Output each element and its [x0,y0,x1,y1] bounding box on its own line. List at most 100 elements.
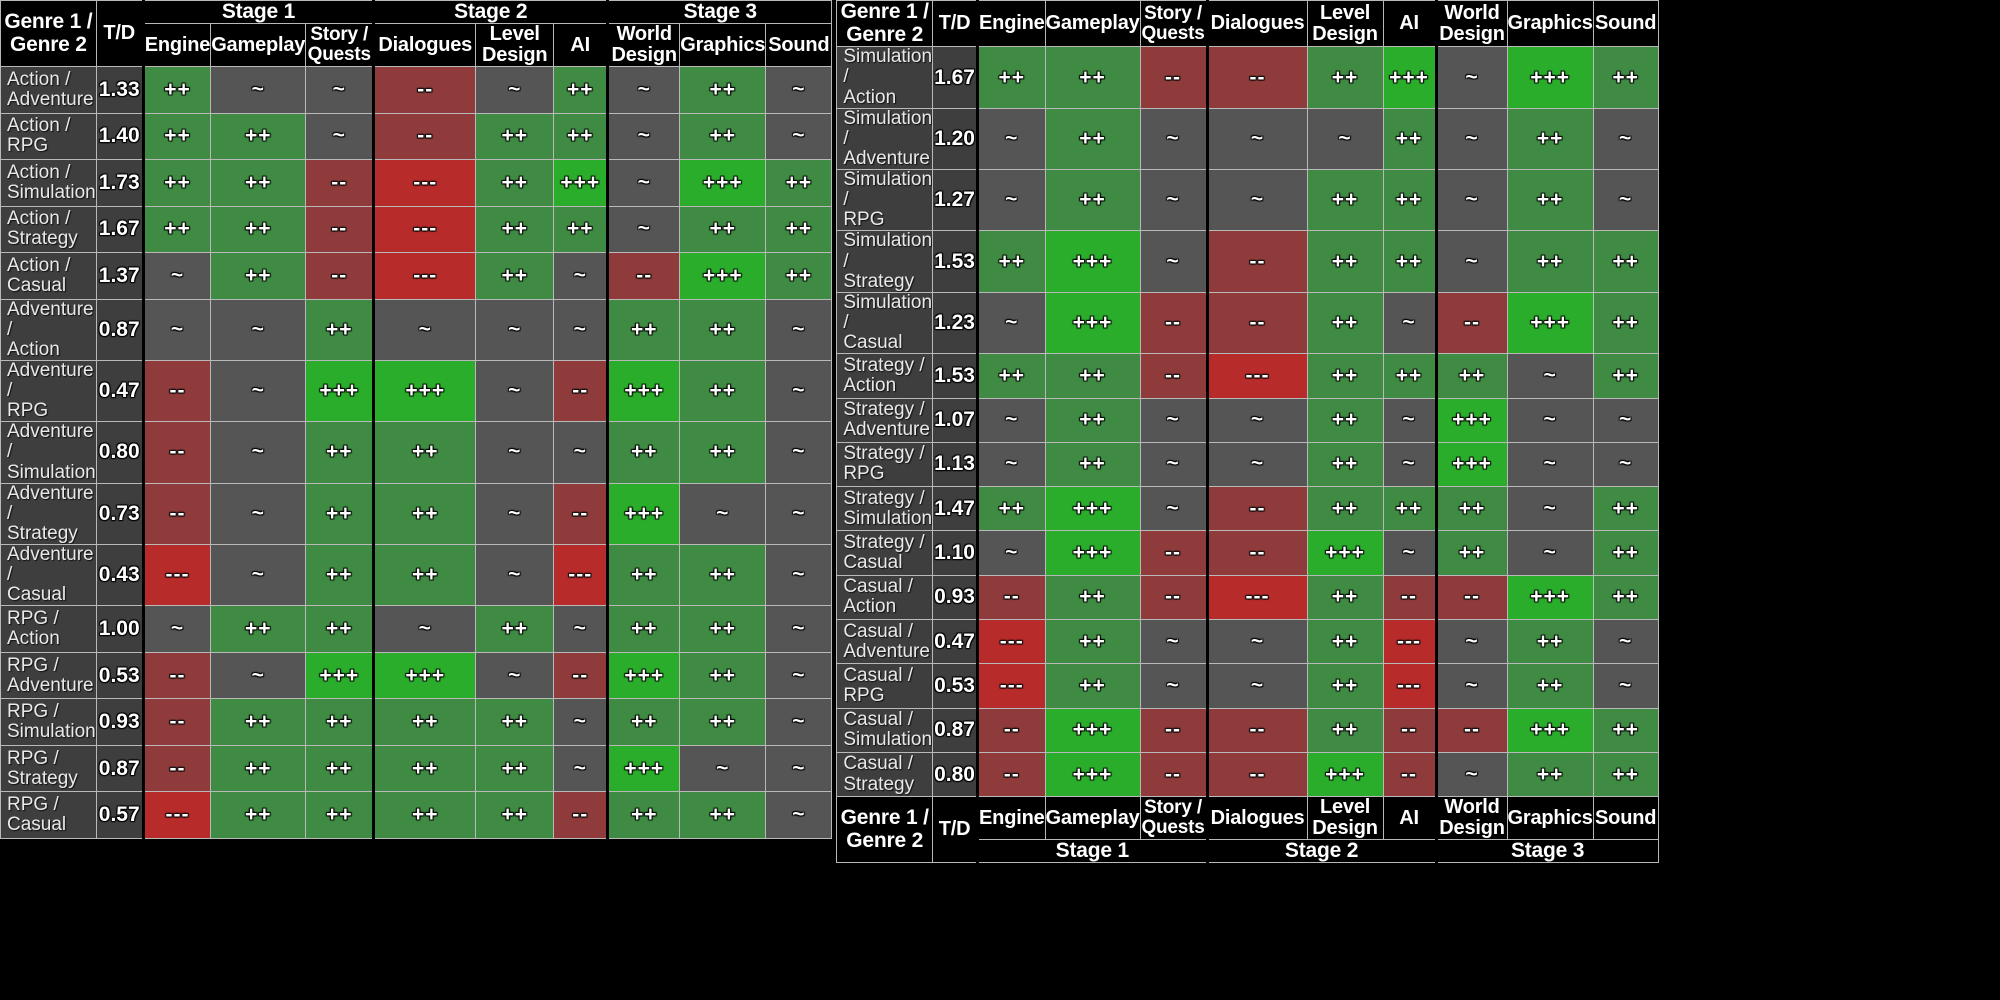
rating-cell-sound: ~ [765,605,833,653]
rating-cell-story_quests: -- [1139,291,1208,355]
table-row: Casual / Adventure 0.47 --- ++ ~ ~ ++ --- ~ ++ ~ [836,618,1659,665]
rating-cell-sound: ++ [1592,530,1659,576]
row-td-value: 0.80 [932,751,979,798]
rating-cell-engine: --- [976,618,1046,665]
rating-cell-gameplay: ++ [1044,397,1141,443]
rating-cell-ai: --- [1382,618,1437,665]
row-genre-line2: Adventure [7,88,94,110]
row-genre-line2: Adventure [843,640,930,662]
column-header-level-line1: Level [489,23,540,46]
rating-cell-dialogues: --- [372,159,477,207]
rating-cell-engine: ++ [141,112,212,161]
rating-cell-engine: -- [141,482,212,546]
rating-cell-sound: ~ [765,298,833,361]
rating-cell-story_quests: ++ [305,421,375,484]
rating-cell-dialogues: +++ [372,359,477,423]
column-header-ai: AI [553,23,609,68]
row-genre-line2: Casual [843,552,903,574]
rating-cell-world_design: ++ [1434,486,1508,532]
row-td-value: 0.87 [95,298,144,361]
rating-cell-dialogues: ++ [372,744,477,793]
rating-cell-world_design: ~ [1434,751,1508,798]
rating-cell-story_quests: ~ [1139,169,1208,232]
rating-cell-ai: -- [553,651,609,700]
column-header-level-design-right: Level Design [1306,0,1384,48]
column-header-world-design-right: World Design [1434,0,1508,48]
rating-cell-engine: ~ [141,298,212,361]
rating-cell-dialogues: ~ [372,605,477,653]
row-td-value: 0.53 [932,663,979,709]
right-column-header-row: Genre 1 / Genre 2 T/D Engine Gameplay St… [836,0,1659,48]
row-td-value: 1.47 [932,486,979,532]
row-genre-label: RPG / Strategy [0,744,97,793]
table-row: Action / Casual 1.37 ~ ++ -- --- ++ ~ -- +++ ++ [0,252,833,300]
rating-cell-level_design: ~ [475,421,555,484]
rating-cell-engine: ~ [976,530,1046,576]
rating-cell-story_quests: ~ [1139,486,1208,532]
rating-cell-engine: ++ [141,66,212,114]
table-row: Simulation / Casual 1.23 ~ +++ -- -- ++ ~ -- +++ ++ [836,291,1659,355]
rating-cell-graphics: ++ [1506,107,1594,171]
rating-cell-sound: ++ [1592,230,1659,293]
row-genre-line1: Casual / [843,753,914,775]
row-genre-label: Simulation / Casual [836,291,934,355]
rating-cell-level_design: ++ [475,744,555,793]
rating-cell-gameplay: ~ [210,482,307,546]
table-row: Strategy / Simulation 1.47 ++ +++ ~ -- ++ ++ ++ ~ +… [836,486,1659,532]
rating-cell-sound: ~ [765,651,833,700]
rating-cell-engine: ~ [141,252,212,300]
row-genre-label: Action / Adventure [0,66,97,114]
row-td-value: 1.40 [95,112,144,161]
rating-cell-story_quests: -- [1139,46,1208,109]
rating-cell-gameplay: ++ [210,252,307,300]
row-genre-line1: RPG / [7,794,59,816]
rating-cell-world_design: ++ [606,298,681,361]
rating-cell-sound: ~ [765,112,833,161]
rating-cell-level_design: ++ [1306,397,1384,443]
table-row: Adventure / Action 0.87 ~ ~ ++ ~ ~ ~ ++ ++ ~ [0,298,833,361]
rating-cell-graphics: ++ [679,605,767,653]
td-header-cell: T/D [95,0,144,68]
rating-cell-level_design: ~ [475,359,555,423]
column-header-ai-right: AI [1382,0,1437,48]
rating-cell-sound: ++ [765,159,833,207]
row-genre-line2: Strategy [7,767,78,789]
row-td-value: 0.87 [95,744,144,793]
footer-column-dialogues: Dialogues [1205,796,1308,841]
footer-column-engine-label: Engine [979,806,1045,829]
column-header-world-design: World Design [606,23,681,68]
rating-cell-level_design: +++ [1306,530,1384,576]
rating-cell-dialogues: -- [1205,46,1308,109]
rating-cell-world_design: +++ [606,744,681,793]
rating-cell-world_design: ~ [606,205,681,254]
row-genre-line2: RPG [843,209,885,231]
row-td-value: 1.67 [932,46,979,109]
row-genre-line1: Adventure / [7,483,94,524]
rating-cell-engine: ~ [976,441,1046,488]
table-row: Strategy / RPG 1.13 ~ ++ ~ ~ ++ ~ +++ ~ ~ [836,441,1659,488]
footer-column-world-line1: World [1444,796,1500,819]
column-header-world-right-line2: Design [1439,22,1505,45]
footer-column-story-line2: Quests [1141,817,1205,839]
table-row: Action / RPG 1.40 ++ ++ ~ -- ++ ++ ~ ++ ~ [0,112,833,161]
rating-cell-story_quests: -- [305,205,375,254]
row-genre-label: Adventure / Action [0,298,97,361]
column-header-gameplay: Gameplay [210,23,307,68]
row-genre-line2: Simulation [7,721,96,743]
genre-header-right-line1: Genre 1 / [840,0,929,23]
row-genre-label: RPG / Action [0,605,97,653]
genre-footer-line2: Genre 2 [846,828,924,852]
rating-cell-world_design: ~ [606,66,681,114]
rating-cell-world_design: +++ [606,482,681,546]
rating-cell-sound: ++ [1592,574,1659,621]
table-row: Adventure / Strategy 0.73 -- ~ ++ ++ ~ -- +++ ~ ~ [0,482,833,546]
rating-cell-ai: ~ [1382,397,1437,443]
row-genre-line2: Action [7,338,60,360]
footer-column-graphics-label: Graphics [1507,806,1593,829]
row-genre-line1: Simulation / [843,169,933,211]
column-header-story-quests-right: Story / Quests [1139,0,1208,48]
row-genre-label: Strategy / RPG [836,441,934,488]
row-genre-line2: Simulation [843,507,933,529]
row-genre-line2: Casual [843,332,903,354]
rating-cell-ai: -- [553,791,609,839]
